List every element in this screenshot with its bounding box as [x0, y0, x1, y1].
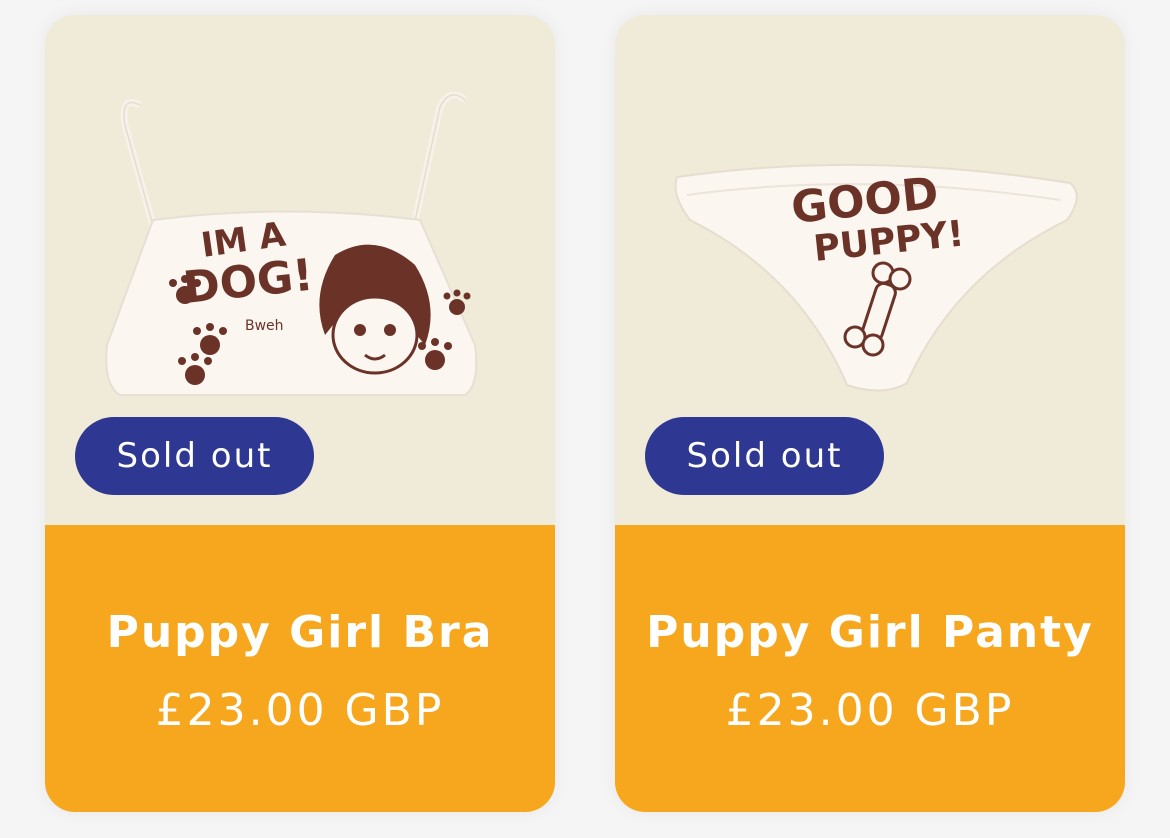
product-price: £23.00 GBP [725, 685, 1015, 736]
product-title[interactable]: Puppy Girl Bra [45, 607, 555, 658]
sold-out-badge: Sold out [645, 417, 884, 495]
product-grid: IM A DOG! Bweh Sold out Puppy Girl Bra £… [0, 0, 1170, 838]
product-price: £23.00 GBP [155, 685, 445, 736]
sold-out-badge: Sold out [75, 417, 314, 495]
product-card-puppy-girl-panty[interactable]: GOOD PUPPY! Sold out Puppy Girl Panty £2… [615, 15, 1125, 812]
product-info: Puppy Girl Bra £23.00 GBP [45, 525, 555, 812]
svg-text:Bweh: Bweh [245, 318, 284, 334]
product-image-container[interactable]: GOOD PUPPY! Sold out [615, 15, 1125, 525]
product-title[interactable]: Puppy Girl Panty [615, 607, 1125, 658]
product-info: Puppy Girl Panty £23.00 GBP [615, 525, 1125, 812]
product-image-container[interactable]: IM A DOG! Bweh Sold out [45, 15, 555, 525]
product-card-puppy-girl-bra[interactable]: IM A DOG! Bweh Sold out Puppy Girl Bra £… [45, 15, 555, 812]
